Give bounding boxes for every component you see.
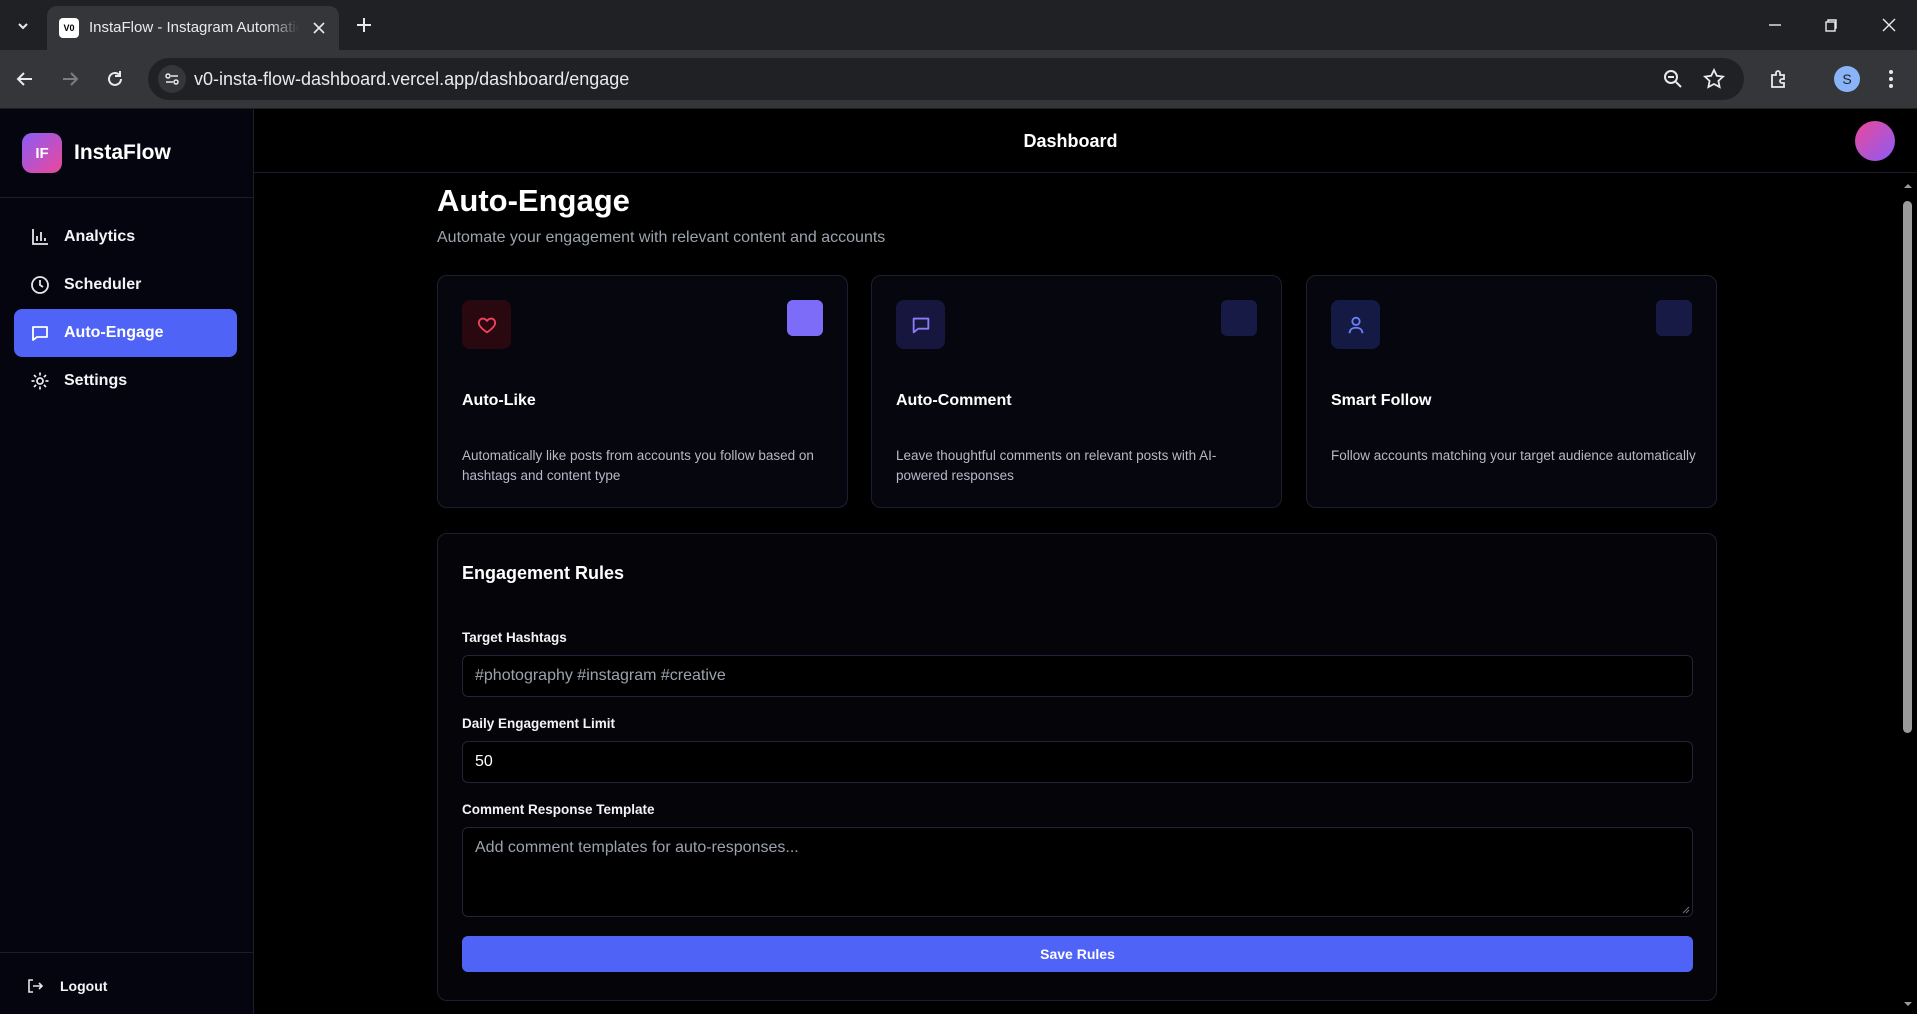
daily-limit-value: 50 [475,753,493,770]
sidebar-item-auto-engage[interactable]: Auto-Engage [14,309,237,357]
avatar[interactable] [1855,121,1895,161]
smart-follow-toggle[interactable] [1656,300,1692,336]
menu-kebab-icon[interactable] [1878,66,1904,92]
hashtags-label: Target Hashtags [462,630,567,645]
page-subtitle: Automate your engagement with relevant c… [437,229,886,246]
bar-chart-icon [32,229,48,245]
sidebar-item-analytics[interactable]: Analytics [14,213,237,261]
topbar: Dashboard [254,109,1917,173]
feature-card-smart-follow: Smart Follow Follow accounts matching yo… [1306,275,1717,508]
app-root: IF InstaFlow Analytics Scheduler Auto-En… [0,109,1917,1014]
sidebar-item-label: Analytics [64,228,136,245]
restore-icon[interactable] [1818,12,1844,38]
extensions-puzzle-icon[interactable] [1766,66,1792,92]
card-description: Follow accounts matching your target aud… [1331,448,1696,463]
scrollbar[interactable] [1899,173,1917,1014]
scrollbar-thumb[interactable] [1903,201,1912,733]
card-description: Automatically like posts from accounts y… [462,448,814,483]
site-info-button[interactable] [158,65,186,93]
main-content: Auto-Engage Automate your engagement wit… [254,173,1899,1014]
card-title: Smart Follow [1331,392,1432,409]
message-square-icon [32,326,48,341]
tab-title: InstaFlow - Instagram Automation Dashboa… [89,19,299,36]
profile-avatar[interactable]: S [1834,66,1860,92]
daily-limit-label: Daily Engagement Limit [462,716,616,731]
chevron-down-icon [18,23,28,30]
gear-icon [31,372,49,390]
url-text: v0-insta-flow-dashboard.vercel.app/dashb… [194,69,630,89]
resize-handle-icon[interactable] [1680,904,1690,914]
sidebar-item-label: Auto-Engage [64,324,164,341]
close-icon[interactable] [309,18,329,38]
brand[interactable]: IF InstaFlow [22,133,171,173]
clock-icon [31,276,49,294]
minimize-icon[interactable] [1762,12,1788,38]
feature-card-auto-comment: Auto-Comment Leave thoughtful comments o… [871,275,1282,508]
browser-tab[interactable]: V0 InstaFlow - Instagram Automation Dash… [47,6,339,50]
section-title: Engagement Rules [462,563,625,583]
logo: IF [22,133,62,173]
back-arrow-icon[interactable] [12,66,38,92]
scroll-down-arrow-icon[interactable] [1903,999,1913,1009]
browser-toolbar: v0-insta-flow-dashboard.vercel.app/dashb… [0,50,1917,109]
page-title: Auto-Engage [437,183,630,218]
forward-arrow-icon[interactable] [57,66,83,92]
favicon: V0 [59,18,79,38]
icon-box [896,300,945,349]
daily-limit-input[interactable]: 50 [462,741,1693,783]
comment-template-placeholder: Add comment templates for auto-responses… [475,839,799,856]
sidebar-item-settings[interactable]: Settings [14,357,237,405]
divider [0,197,254,198]
sidebar-item-scheduler[interactable]: Scheduler [14,261,237,309]
engagement-rules-panel: Engagement Rules Target Hashtags #photog… [437,533,1717,1001]
bookmark-star-icon[interactable] [1703,68,1725,90]
feature-card-auto-like: Auto-Like Automatically like posts from … [437,275,848,508]
window-close-icon[interactable] [1876,12,1902,38]
tab-search-button[interactable] [6,11,40,41]
scroll-up-arrow-icon[interactable] [1903,181,1913,191]
comment-template-label: Comment Response Template [462,802,655,817]
sidebar: IF InstaFlow Analytics Scheduler Auto-En… [0,109,254,1014]
address-bar[interactable]: v0-insta-flow-dashboard.vercel.app/dashb… [148,58,1744,100]
tune-icon [165,73,179,85]
logout-button[interactable]: Logout [26,977,107,995]
card-title: Auto-Like [462,392,536,409]
save-rules-button[interactable]: Save Rules [462,936,1693,972]
user-icon [1348,316,1363,333]
sidebar-item-label: Scheduler [64,276,142,293]
hashtags-input[interactable]: #photography #instagram #creative [462,655,1693,697]
hashtags-placeholder: #photography #instagram #creative [475,667,726,684]
comment-template-textarea[interactable]: Add comment templates for auto-responses… [462,827,1693,917]
icon-box [462,300,511,349]
icon-box [1331,300,1380,349]
new-tab-plus-icon[interactable] [352,13,376,37]
zoom-icon[interactable] [1662,68,1684,90]
brand-name: InstaFlow [74,141,171,164]
reload-icon[interactable] [102,66,128,92]
sidebar-item-label: Settings [64,372,128,389]
auto-comment-toggle[interactable] [1221,300,1257,336]
logout-icon [28,979,44,993]
message-square-icon [912,317,929,333]
card-description: Leave thoughtful comments on relevant po… [896,448,1217,483]
logout-label: Logout [60,978,108,994]
topbar-title: Dashboard [1023,131,1118,151]
auto-like-toggle[interactable] [787,300,823,336]
heart-icon [477,317,496,333]
divider [0,952,254,953]
browser-tabstrip: V0 InstaFlow - Instagram Automation Dash… [0,0,1917,50]
card-title: Auto-Comment [896,392,1012,409]
